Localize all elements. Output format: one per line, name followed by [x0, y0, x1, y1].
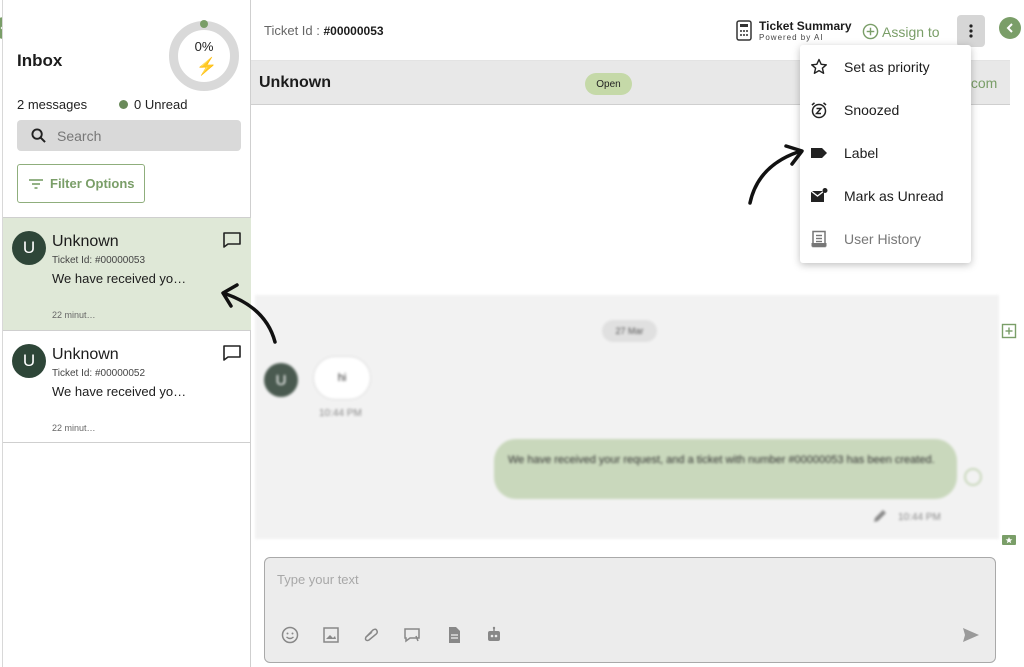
ticket-list-item[interactable]: U Unknown Ticket Id: #00000052 We have r… [3, 330, 251, 443]
menu-item-label-tag[interactable]: Label [800, 131, 971, 174]
assign-to-label: Assign to [882, 23, 940, 40]
progress-percent: 0% [194, 39, 214, 54]
quick-reply-button[interactable] [402, 625, 422, 645]
ticket-list-item[interactable]: U Unknown Ticket Id: #00000053 We have r… [3, 217, 251, 330]
menu-item-user-history[interactable]: User History [800, 217, 971, 260]
chat-bubble-icon [223, 232, 241, 248]
message-status-circle-icon [964, 468, 982, 486]
ticket-star-icon[interactable] [1001, 532, 1017, 548]
menu-item-snoozed[interactable]: Snoozed [800, 88, 971, 131]
incoming-message-bubble: hi [313, 356, 371, 400]
avatar: U [264, 363, 298, 397]
ticket-preview-text: We have received yo… [52, 384, 187, 399]
inbox-sidebar: Inbox 0% ⚡ 2 messages 0 Unread Filter Op… [2, 0, 251, 667]
snooze-clock-icon [811, 101, 827, 118]
progress-ring [169, 21, 239, 91]
add-box-icon[interactable] [1001, 323, 1017, 339]
progress-indicator-dot [200, 20, 208, 28]
attach-button[interactable] [361, 625, 381, 645]
bot-button[interactable] [484, 625, 504, 645]
label-tag-icon [811, 147, 827, 158]
assign-to-button[interactable]: Assign to [862, 23, 940, 40]
menu-item-label: Label [844, 144, 879, 161]
chat-messages-area: 27 Mar U hi 10:44 PM We have received yo… [255, 295, 999, 539]
emoji-icon [281, 626, 299, 644]
powered-by-ai-label: Powered by AI [759, 33, 824, 42]
avatar: U [12, 231, 46, 265]
menu-item-label: Snoozed [844, 101, 900, 118]
document-button[interactable] [444, 625, 464, 645]
star-outline-icon [811, 58, 827, 74]
send-button[interactable] [961, 625, 981, 645]
message-composer [264, 557, 996, 663]
search-input[interactable] [57, 120, 232, 151]
filter-options-label: Filter Options [50, 176, 135, 191]
ticket-contact-name: Unknown [52, 233, 119, 250]
ticket-id-label: Ticket Id : [264, 23, 324, 38]
unread-count: 0 Unread [134, 97, 188, 112]
inbox-title: Inbox [17, 51, 63, 70]
app-root: Inbox 0% ⚡ 2 messages 0 Unread Filter Op… [0, 0, 1024, 667]
calculator-icon [736, 20, 752, 41]
document-icon [449, 627, 460, 643]
message-count: 2 messages [17, 97, 88, 112]
incoming-message-time: 10:44 PM [319, 408, 362, 419]
filter-options-button[interactable]: Filter Options [17, 164, 145, 203]
mark-unread-mail-icon [810, 187, 828, 202]
vertical-dots-icon [969, 24, 973, 38]
lightning-bolt-icon: ⚡ [196, 57, 218, 76]
user-history-icon [811, 230, 827, 247]
ticket-time: 22 minut… [52, 423, 96, 433]
quick-reply-icon [404, 628, 420, 643]
ticket-time: 22 minut… [52, 310, 96, 320]
ticket-contact-name: Unknown [52, 346, 119, 363]
annotation-arrow-to-label [748, 144, 804, 205]
paperclip-icon [364, 628, 378, 642]
unread-status-dot [119, 100, 128, 109]
filter-icon [29, 178, 43, 189]
more-options-menu: Set as priority Snoozed Label Mark as Un… [800, 45, 971, 263]
ticket-summary-button[interactable]: Ticket Summary Powered by AI [736, 20, 852, 42]
menu-item-label: Set as priority [844, 58, 930, 75]
menu-item-label: User History [844, 230, 922, 247]
outgoing-message-bubble: We have received your request, and a tic… [494, 439, 957, 499]
emoji-button[interactable] [280, 625, 300, 645]
image-button[interactable] [321, 625, 341, 645]
more-options-button[interactable] [957, 15, 985, 47]
ticket-id-text: Ticket Id: #00000052 [52, 368, 146, 379]
status-badge: Open [585, 73, 632, 95]
ticket-id-text: Ticket Id: #00000053 [52, 255, 146, 266]
date-separator: 27 Mar [602, 320, 657, 342]
ticket-id-header: Ticket Id : #00000053 [264, 23, 384, 38]
ticket-id-value: #00000053 [323, 24, 384, 38]
ticket-summary-label: Ticket Summary [759, 19, 852, 33]
send-icon [963, 628, 979, 642]
menu-item-label: Mark as Unread [844, 187, 944, 204]
search-icon [31, 128, 46, 143]
outgoing-message-time: 10:44 PM [898, 512, 941, 523]
menu-item-mark-unread[interactable]: Mark as Unread [800, 174, 971, 217]
pencil-icon [874, 510, 886, 522]
contact-email-fragment[interactable]: .com [967, 75, 997, 91]
message-input[interactable] [277, 572, 977, 602]
add-circle-icon [862, 23, 879, 40]
image-icon [323, 627, 339, 643]
conversation-contact-name: Unknown [259, 74, 331, 91]
annotation-arrow-to-ticket [221, 283, 277, 344]
search-box [17, 120, 241, 151]
ticket-preview-text: We have received yo… [52, 271, 187, 286]
avatar: U [12, 344, 46, 378]
menu-item-set-priority[interactable]: Set as priority [800, 45, 971, 88]
robot-icon [488, 626, 500, 641]
